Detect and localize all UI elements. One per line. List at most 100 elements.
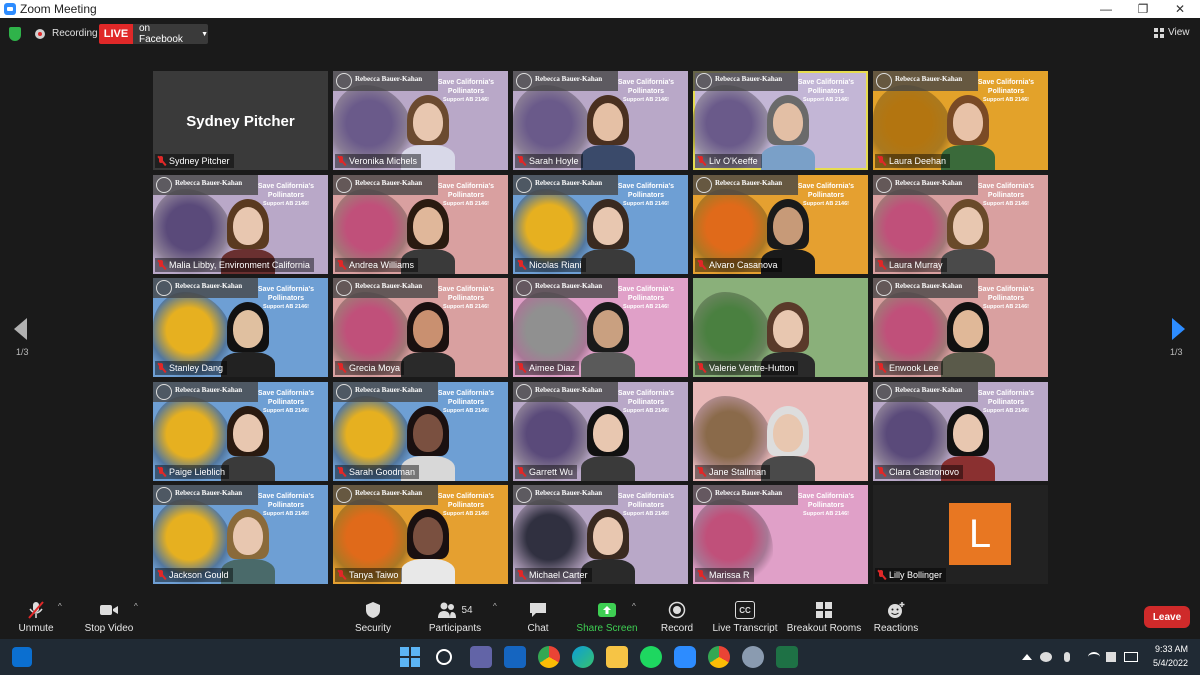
participants-button[interactable]: 54 Participants	[428, 593, 482, 639]
participant-tile[interactable]: Rebecca Bauer-Kahan Save California's Poll…	[333, 485, 508, 584]
banner-rep-name: Rebecca Bauer-Kahan	[175, 282, 243, 290]
participant-name: Nicolas Riani	[529, 259, 582, 270]
participant-tile[interactable]: Rebecca Bauer-Kahan Save California's Poll…	[513, 381, 688, 481]
participant-tile[interactable]: Rebecca Bauer-Kahan Save California's Poll…	[513, 485, 688, 584]
clock-time[interactable]: 9:33 AM	[1146, 644, 1188, 654]
participant-name: Garrett Wu	[529, 466, 573, 477]
settings-gear-icon[interactable]	[742, 646, 764, 668]
stop-video-button[interactable]: Stop Video	[84, 593, 134, 639]
widgets-icon[interactable]	[12, 647, 32, 667]
breakout-rooms-icon	[816, 602, 832, 618]
banner-rep-name: Rebecca Bauer-Kahan	[535, 75, 603, 83]
video-gallery: Sydney Pitcher Sydney Pitcher Rebecca Baue…	[153, 71, 1048, 584]
maximize-icon[interactable]: ❐	[1125, 0, 1161, 18]
minimize-icon[interactable]: —	[1088, 0, 1124, 18]
participant-tile[interactable]: Rebecca Bauer-Kahan Save California's Poll…	[873, 278, 1048, 377]
microphone-tray-icon[interactable]	[1064, 652, 1070, 662]
chrome-icon[interactable]	[538, 646, 560, 668]
banner-rep-name: Rebecca Bauer-Kahan	[895, 385, 963, 394]
participant-tile[interactable]: Rebecca Bauer-Kahan Save California's Poll…	[513, 71, 688, 170]
participant-tile[interactable]: Rebecca Bauer-Kahan Save California's Poll…	[333, 71, 508, 170]
campaign-line-1: Save California's	[617, 389, 675, 397]
windows-start-icon[interactable]	[400, 647, 420, 667]
banner-rep-name: Rebecca Bauer-Kahan	[895, 178, 963, 187]
participant-tile[interactable]: Rebecca Bauer-Kahan Save California's Poll…	[153, 381, 328, 481]
live-transcript-button[interactable]: CC Live Transcript	[712, 593, 778, 639]
participant-tile[interactable]: Rebecca Bauer-Kahan Save California's Poll…	[153, 485, 328, 584]
meeting-status-bar: Recording LIVE on Facebook ▼ View	[0, 18, 1200, 52]
participant-tile[interactable]: Jane Stallman	[693, 381, 868, 481]
participant-tile[interactable]: Rebecca Bauer-Kahan Save California's Poll…	[333, 381, 508, 481]
banner-rep-name: Rebecca Bauer-Kahan	[895, 282, 963, 290]
page-indicator-left: 1/3	[16, 347, 29, 357]
banner-rep-name: Rebecca Bauer-Kahan	[895, 75, 963, 83]
security-button[interactable]: Security	[353, 593, 393, 639]
participant-tile[interactable]: Rebecca Bauer-Kahan Save California's Poll…	[513, 174, 688, 274]
view-button[interactable]: View	[1154, 27, 1190, 38]
recording-icon	[35, 29, 45, 39]
participants-caret-icon[interactable]: ^	[493, 602, 497, 611]
share-options-caret-icon[interactable]: ^	[632, 602, 636, 611]
participant-tile[interactable]: Rebecca Bauer-Kahan Save California's Poll…	[153, 278, 328, 377]
unmute-button[interactable]: Unmute	[14, 593, 58, 639]
participant-tile[interactable]: Rebecca Bauer-Kahan Save California's Poll…	[693, 174, 868, 274]
audio-options-caret-icon[interactable]: ^	[58, 602, 62, 611]
virtual-background-banner: Rebecca Bauer-Kahan	[153, 278, 258, 298]
participant-name: Paige Lieblich	[169, 466, 226, 477]
zoom-tray-icon[interactable]	[1040, 652, 1052, 662]
participant-tile[interactable]: Rebecca Bauer-Kahan Save California's Poll…	[693, 485, 868, 584]
chat-label: Chat	[527, 623, 549, 634]
chrome-profile-icon[interactable]	[708, 646, 730, 668]
wifi-icon[interactable]	[1088, 652, 1100, 662]
share-screen-button[interactable]: Share Screen	[576, 593, 638, 639]
participant-name-bar: Enwook Lee	[875, 361, 943, 375]
zoom-taskbar-icon[interactable]	[674, 646, 696, 668]
participant-name: Marissa R	[709, 570, 750, 580]
participant-tile[interactable]: Rebecca Bauer-Kahan Save California's Poll…	[333, 278, 508, 377]
participant-tile[interactable]: L Lilly Bollinger	[873, 485, 1048, 584]
campaign-line-1: Save California's	[437, 182, 495, 190]
campaign-line-1: Save California's	[257, 389, 315, 397]
participant-name-bar: Valerie Ventre-Hutton	[695, 361, 799, 375]
participant-tile[interactable]: Rebecca Bauer-Kahan Save California's Poll…	[513, 278, 688, 377]
video-options-caret-icon[interactable]: ^	[134, 602, 138, 611]
file-explorer-icon[interactable]	[606, 646, 628, 668]
participant-tile[interactable]: Rebecca Bauer-Kahan Save California's Poll…	[333, 174, 508, 274]
campaign-line-1: Save California's	[617, 182, 675, 190]
participant-name: Michael Carter	[529, 570, 588, 580]
chat-button[interactable]: Chat	[526, 593, 550, 639]
mic-muted-icon	[877, 259, 886, 270]
campaign-line-1: Save California's	[797, 182, 855, 190]
close-icon[interactable]: ✕	[1162, 0, 1198, 18]
leave-button[interactable]: Leave	[1144, 606, 1190, 628]
participant-tile[interactable]: Valerie Ventre-Hutton	[693, 278, 868, 377]
participant-name-bar: Grecia Moya	[335, 361, 405, 375]
reactions-button[interactable]: Reactions	[874, 593, 918, 639]
participant-avatar-initial: L	[949, 503, 1011, 565]
participant-tile[interactable]: Rebecca Bauer-Kahan Save California's Poll…	[873, 381, 1048, 481]
previous-page-arrow-icon[interactable]	[14, 318, 27, 340]
participant-tile[interactable]: Rebecca Bauer-Kahan Save California's Poll…	[153, 174, 328, 274]
teams-chat-icon[interactable]	[470, 646, 492, 668]
volume-icon[interactable]	[1106, 652, 1116, 662]
participant-name: Laura Deehan	[889, 156, 947, 166]
excel-icon[interactable]	[776, 646, 798, 668]
participant-name-bar: Laura Murray	[875, 257, 947, 272]
record-button[interactable]: Record	[660, 593, 694, 639]
participant-tile[interactable]: Rebecca Bauer-Kahan Save California's Poll…	[873, 71, 1048, 170]
clock-date[interactable]: 5/4/2022	[1146, 658, 1188, 668]
record-label: Record	[660, 623, 694, 634]
participant-tile[interactable]: Rebecca Bauer-Kahan Save California's Poll…	[873, 174, 1048, 274]
breakout-rooms-button[interactable]: Breakout Rooms	[787, 593, 861, 639]
next-page-arrow-icon[interactable]	[1172, 318, 1185, 340]
participant-tile[interactable]: Sydney Pitcher Sydney Pitcher	[153, 71, 328, 170]
stream-target-dropdown[interactable]: on Facebook ▼	[133, 23, 208, 45]
spotify-icon[interactable]	[640, 646, 662, 668]
battery-icon[interactable]	[1124, 652, 1138, 662]
edge-icon[interactable]	[572, 646, 594, 668]
search-icon[interactable]	[436, 649, 452, 665]
chevron-up-icon[interactable]	[1022, 654, 1032, 660]
participant-tile[interactable]: Rebecca Bauer-Kahan Save California's Poll…	[693, 71, 868, 170]
mail-icon[interactable]	[504, 646, 526, 668]
encryption-shield-icon[interactable]	[9, 27, 21, 41]
